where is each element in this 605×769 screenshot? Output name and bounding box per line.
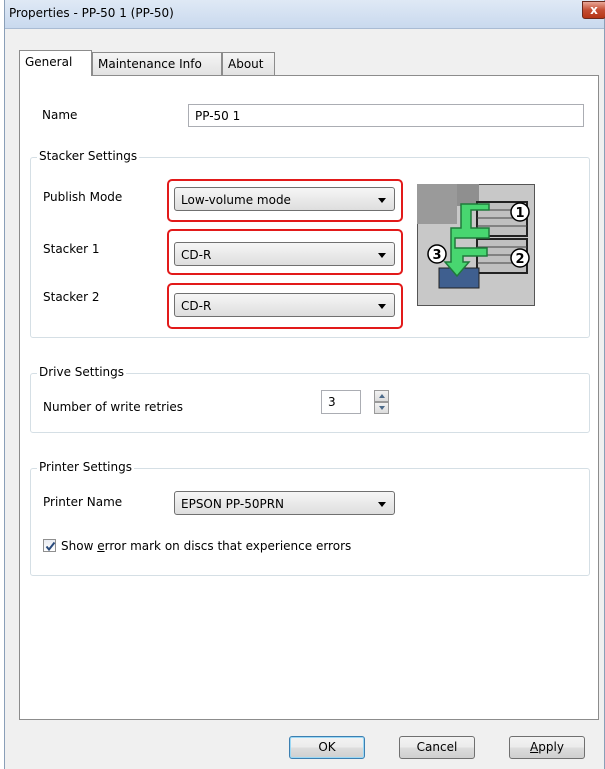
chevron-down-icon bbox=[378, 502, 386, 507]
close-button[interactable]: x bbox=[582, 1, 605, 19]
spin-down-button[interactable] bbox=[374, 402, 389, 414]
stacker1-select[interactable]: CD-R bbox=[174, 242, 395, 266]
diagram-number-1: 1 bbox=[515, 206, 524, 221]
spin-down-icon bbox=[379, 406, 385, 410]
cancel-button[interactable]: Cancel bbox=[399, 736, 475, 759]
error-mark-label-accel: e bbox=[97, 539, 105, 553]
close-icon: x bbox=[590, 3, 598, 17]
tab-maintenance-info[interactable]: Maintenance Info bbox=[92, 52, 222, 75]
printer-settings-title: Printer Settings bbox=[37, 460, 134, 474]
spin-up-button[interactable] bbox=[374, 390, 389, 402]
window-title: Properties - PP-50 1 (PP-50) bbox=[9, 6, 174, 20]
stacker2-select[interactable]: CD-R bbox=[174, 293, 395, 317]
error-mark-label-pre: Show bbox=[61, 539, 98, 553]
printer-name-label: Printer Name bbox=[43, 495, 123, 509]
spin-up-icon bbox=[379, 394, 385, 398]
stacker-diagram: 1 2 3 bbox=[417, 184, 535, 306]
error-mark-label-post: rror mark on discs that experience error… bbox=[104, 539, 352, 553]
error-mark-checkbox[interactable] bbox=[43, 539, 56, 552]
stacker-settings-title: Stacker Settings bbox=[37, 149, 140, 163]
write-retries-label: Number of write retries bbox=[43, 400, 184, 414]
stacker2-value: CD-R bbox=[181, 299, 212, 313]
write-retries-spinner bbox=[374, 390, 389, 414]
publish-mode-label: Publish Mode bbox=[43, 190, 123, 204]
apply-rest: pply bbox=[538, 740, 564, 754]
name-label: Name bbox=[42, 108, 78, 122]
write-retries-field[interactable]: 3 bbox=[321, 390, 361, 414]
error-mark-label[interactable]: Show error mark on discs that experience… bbox=[61, 539, 351, 553]
stacker1-value: CD-R bbox=[181, 248, 212, 262]
stacker2-label: Stacker 2 bbox=[43, 290, 100, 304]
printer-name-value: EPSON PP-50PRN bbox=[181, 497, 285, 511]
diagram-number-3: 3 bbox=[432, 248, 441, 263]
drive-settings-group: Drive Settings Number of write retries 3 bbox=[30, 365, 590, 433]
tab-general[interactable]: General bbox=[19, 50, 92, 76]
general-tab-panel: Name PP-50 1 Stacker Settings Publish Mo… bbox=[19, 75, 599, 720]
diagram-number-2: 2 bbox=[515, 252, 524, 267]
title-bar[interactable]: Properties - PP-50 1 (PP-50) x bbox=[5, 0, 605, 29]
chevron-down-icon bbox=[378, 198, 386, 203]
properties-window: Properties - PP-50 1 (PP-50) x General M… bbox=[4, 0, 605, 769]
ok-button[interactable]: OK bbox=[289, 736, 365, 759]
printer-settings-group: Printer Settings Printer Name EPSON PP-5… bbox=[30, 460, 590, 576]
chevron-down-icon bbox=[378, 253, 386, 258]
apply-button[interactable]: Apply bbox=[509, 736, 585, 759]
drive-settings-title: Drive Settings bbox=[37, 365, 127, 379]
tab-about[interactable]: About bbox=[222, 52, 275, 75]
stacker1-label: Stacker 1 bbox=[43, 242, 100, 256]
name-field[interactable]: PP-50 1 bbox=[188, 104, 584, 127]
chevron-down-icon bbox=[378, 304, 386, 309]
publish-mode-value: Low-volume mode bbox=[181, 193, 291, 207]
checkmark-icon bbox=[45, 541, 56, 552]
printer-name-select[interactable]: EPSON PP-50PRN bbox=[174, 491, 395, 515]
publish-mode-select[interactable]: Low-volume mode bbox=[174, 187, 395, 211]
stacker-settings-group: Stacker Settings Publish Mode Low-volume… bbox=[30, 149, 590, 338]
